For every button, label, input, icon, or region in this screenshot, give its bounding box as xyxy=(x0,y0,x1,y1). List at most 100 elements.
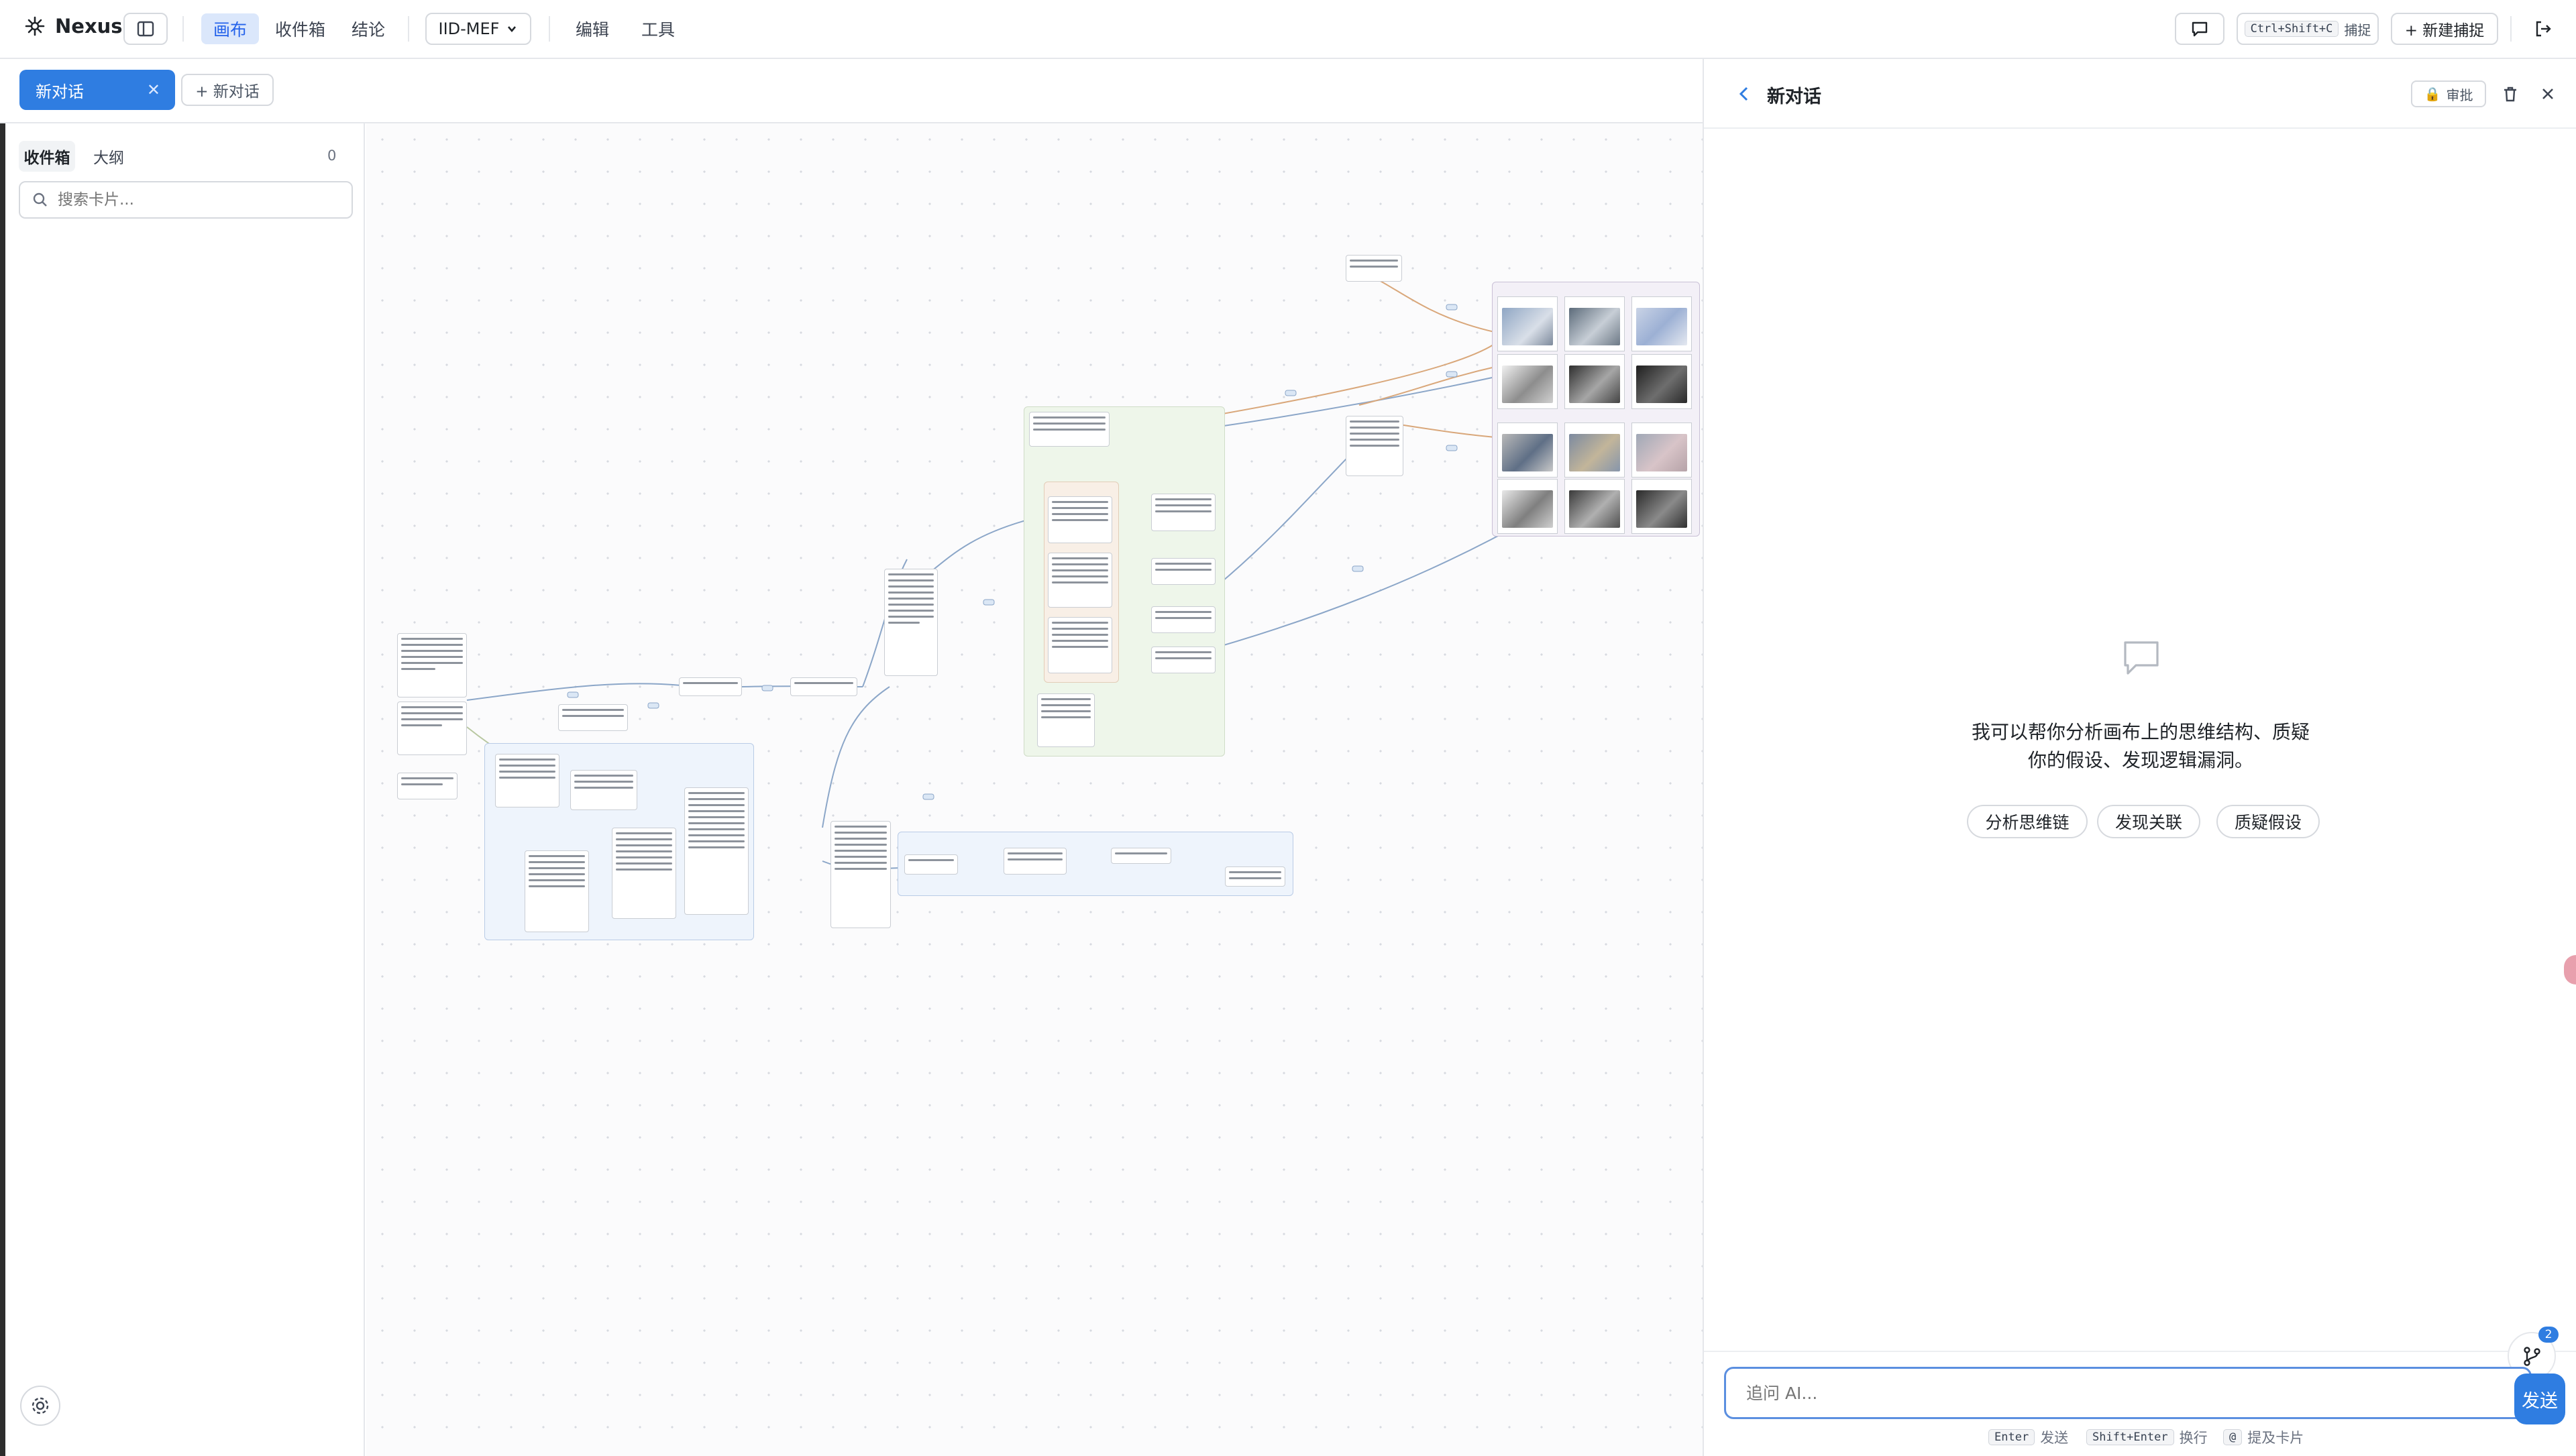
hint-enter: Enter 发送 xyxy=(1988,1427,2068,1447)
chat-bubble-icon xyxy=(2124,641,2159,675)
sidebar: 收件箱 大纲 0 xyxy=(0,123,365,1456)
approval-toggle[interactable]: 🔒 审批 xyxy=(2411,80,2486,107)
capture-shortcut-button[interactable]: Ctrl+Shift+C 捕捉 xyxy=(2237,13,2379,45)
send-button[interactable]: 发送 xyxy=(2514,1374,2565,1424)
image-thumbnail[interactable] xyxy=(1631,479,1692,534)
image-thumbnail[interactable] xyxy=(1631,354,1692,409)
image-thumbnail[interactable] xyxy=(1564,423,1625,478)
divider xyxy=(1704,1351,2576,1352)
suggestion-question-assumptions[interactable]: 质疑假设 xyxy=(2216,805,2320,838)
tab-new-conversation[interactable]: 新对话 ✕ xyxy=(19,70,175,110)
canvas-card[interactable] xyxy=(679,677,742,696)
toggle-sidebar-button[interactable] xyxy=(123,13,168,45)
app-logo[interactable]: Nexus xyxy=(24,15,123,38)
shift-enter-hint-label: 换行 xyxy=(2179,1430,2208,1446)
chat-toggle-button[interactable] xyxy=(2175,13,2224,45)
sidebar-tab-inbox[interactable]: 收件箱 xyxy=(19,141,75,172)
image-thumbnail[interactable] xyxy=(1564,296,1625,351)
image-thumbnail[interactable] xyxy=(1631,296,1692,351)
nav-inbox[interactable]: 收件箱 xyxy=(263,13,337,44)
canvas-card[interactable] xyxy=(1346,255,1402,282)
card-search-field[interactable] xyxy=(19,181,353,219)
new-capture-button[interactable]: + 新建捕捉 xyxy=(2391,13,2498,45)
tab-label: 新对话 xyxy=(36,82,84,101)
image-thumbnail[interactable] xyxy=(1631,423,1692,478)
image-thumbnail[interactable] xyxy=(1497,423,1558,478)
divider xyxy=(182,16,184,42)
branch-count-badge: 2 xyxy=(2538,1327,2559,1343)
project-name: IID-MEF xyxy=(438,19,500,38)
hint-shift-enter: Shift+Enter 换行 xyxy=(2086,1427,2208,1447)
new-conversation-button[interactable]: + 新对话 xyxy=(181,74,274,106)
hint-mention: @ 提及卡片 xyxy=(2223,1427,2304,1447)
image-thumbnail[interactable] xyxy=(1564,354,1625,409)
canvas-card[interactable] xyxy=(397,702,467,755)
canvas-card[interactable] xyxy=(1029,412,1110,447)
menu-edit[interactable]: 编辑 xyxy=(564,13,621,44)
canvas-card[interactable] xyxy=(1048,496,1112,543)
canvas-card[interactable] xyxy=(1037,693,1095,747)
canvas-card[interactable] xyxy=(1048,617,1112,673)
app-name: Nexus xyxy=(55,15,123,38)
chat-panel: 新对话 🔒 审批 我可以帮你分析画布上的思维结构、质疑 你的假设、发现逻辑漏洞。… xyxy=(1703,59,2576,1456)
chevron-down-icon xyxy=(508,26,517,33)
canvas-card[interactable] xyxy=(1004,848,1067,875)
capture-shortcut-key: Ctrl+Shift+C xyxy=(2244,21,2339,37)
sparkle-icon xyxy=(25,16,45,36)
canvas-card[interactable] xyxy=(884,569,938,676)
image-thumbnail[interactable] xyxy=(1564,479,1625,534)
sidebar-icon xyxy=(137,21,154,37)
canvas-card[interactable] xyxy=(1151,558,1216,585)
canvas-card[interactable] xyxy=(397,633,467,697)
git-branch-icon xyxy=(2524,1347,2540,1366)
canvas-card[interactable] xyxy=(397,773,458,799)
chat-input-field[interactable] xyxy=(1724,1367,2532,1419)
canvas-card[interactable] xyxy=(570,770,637,810)
approval-label: 审批 xyxy=(2446,87,2473,103)
divider xyxy=(549,16,550,42)
image-thumbnail[interactable] xyxy=(1497,479,1558,534)
conversation-tabs: 新对话 ✕ + 新对话 xyxy=(0,59,1703,123)
chat-title: 新对话 xyxy=(1767,87,1821,107)
nav-conclusions[interactable]: 结论 xyxy=(339,13,397,44)
settings-button[interactable] xyxy=(20,1386,60,1426)
canvas-card[interactable] xyxy=(525,850,589,932)
trash-icon[interactable] xyxy=(2501,85,2520,103)
project-selector[interactable]: IID-MEF xyxy=(425,13,531,45)
logout-button[interactable] xyxy=(2524,13,2563,45)
sidebar-tab-outline[interactable]: 大纲 xyxy=(80,141,137,172)
menu-tools[interactable]: 工具 xyxy=(629,13,687,44)
canvas-card[interactable] xyxy=(1151,494,1216,531)
canvas-card[interactable] xyxy=(684,787,749,915)
canvas-card[interactable] xyxy=(1346,416,1403,476)
capture-label: 捕捉 xyxy=(2344,21,2371,38)
canvas-card[interactable] xyxy=(495,754,559,807)
canvas[interactable] xyxy=(366,123,1703,1456)
canvas-card[interactable] xyxy=(790,677,857,696)
canvas-card[interactable] xyxy=(904,854,958,875)
canvas-card[interactable] xyxy=(1048,553,1112,608)
close-icon[interactable] xyxy=(2540,86,2556,102)
search-icon xyxy=(33,192,47,207)
image-thumbnail[interactable] xyxy=(1497,354,1558,409)
suggestion-find-links[interactable]: 发现关联 xyxy=(2097,805,2200,838)
nav-canvas[interactable]: 画布 xyxy=(201,13,260,44)
canvas-card[interactable] xyxy=(612,828,676,919)
canvas-card[interactable] xyxy=(1151,647,1216,673)
empty-state-line-2: 你的假设、发现逻辑漏洞。 xyxy=(2027,749,2253,771)
canvas-card[interactable] xyxy=(1111,848,1171,864)
chevron-left-icon[interactable] xyxy=(1736,85,1752,103)
canvas-card[interactable] xyxy=(558,704,628,731)
chat-input[interactable] xyxy=(1745,1382,2485,1404)
empty-state-line-1: 我可以帮你分析画布上的思维结构、质疑 xyxy=(1971,721,2310,743)
shift-enter-key: Shift+Enter xyxy=(2086,1429,2174,1445)
suggestion-analyze-chain[interactable]: 分析思维链 xyxy=(1967,805,2088,838)
at-key: @ xyxy=(2223,1429,2243,1445)
lock-icon: 🔒 xyxy=(2424,86,2441,102)
image-thumbnail[interactable] xyxy=(1497,296,1558,351)
canvas-card[interactable] xyxy=(830,821,891,928)
canvas-card[interactable] xyxy=(1225,866,1285,887)
card-search-input[interactable] xyxy=(56,190,341,209)
close-icon[interactable]: ✕ xyxy=(147,80,160,99)
canvas-card[interactable] xyxy=(1151,606,1216,633)
